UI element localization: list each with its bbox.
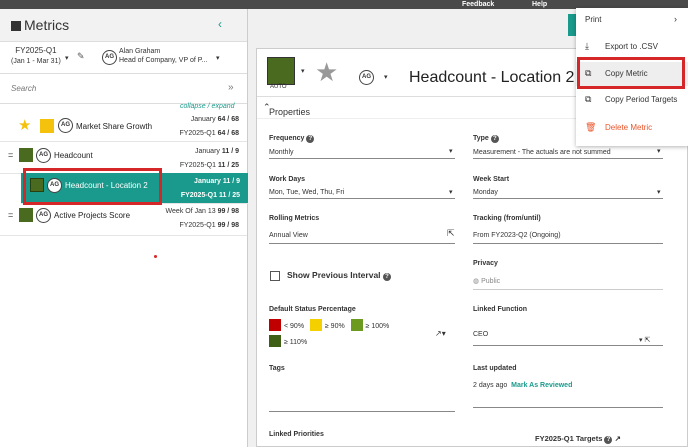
last-updated-field: Last updated 2 days ago Mark As Reviewed	[473, 365, 663, 408]
sidebar-title: Metrics	[11, 17, 69, 33]
status-swatch-darkgreen[interactable]	[269, 335, 281, 347]
chevron-right-icon: ›	[674, 14, 677, 24]
pencil-icon[interactable]: ✎	[77, 51, 85, 62]
avatar[interactable]: AG	[359, 70, 374, 85]
tracking-field[interactable]: Tracking (from/until) From FY2023-Q2 (On…	[473, 215, 663, 244]
frequency-field[interactable]: Frequency ? Monthly ▾	[269, 135, 455, 159]
highlight-box	[23, 168, 162, 205]
external-link-icon[interactable]: ⇱	[447, 228, 455, 239]
metric-values: January 64 / 68 FY2025-Q1 64 / 68	[179, 116, 239, 137]
metric-name[interactable]: Market Share Growth	[76, 122, 152, 131]
chevron-down-icon[interactable]: ▾ ⇱	[639, 336, 650, 344]
help-link[interactable]: Help	[532, 0, 547, 9]
user-selector[interactable]: AG Alan Graham Head of Company, VP of P.…	[102, 47, 207, 65]
status-swatch-yellow[interactable]	[309, 319, 322, 331]
linked-priorities-label: Linked Priorities	[269, 431, 324, 438]
search-row: Search »	[0, 74, 247, 104]
tags-field[interactable]: Tags	[269, 365, 455, 412]
help-icon[interactable]: ?	[490, 135, 499, 143]
status-square	[40, 119, 54, 133]
menu-item-export[interactable]: ⤓ Export to .CSV	[576, 35, 688, 59]
collapse-link[interactable]: collapse	[180, 103, 206, 110]
linked-function-field[interactable]: Linked Function CEO ▾ ⇱	[473, 306, 663, 346]
avatar: AG	[102, 50, 117, 65]
chevron-down-icon[interactable]: ▾	[657, 147, 661, 155]
chevron-down-icon[interactable]: ▾	[216, 54, 220, 62]
collapse-sidebar-icon[interactable]: ‹	[218, 17, 222, 31]
download-icon: ⤓	[585, 41, 589, 51]
menu-item-delete[interactable]: 🗑 Delete Metric	[576, 116, 688, 140]
double-chevron-icon[interactable]: »	[228, 82, 234, 93]
feedback-link[interactable]: Feedback	[462, 0, 494, 9]
trend-icon[interactable]: ↗▾	[435, 329, 446, 338]
avatar: AG	[36, 208, 51, 223]
chevron-down-icon[interactable]: ▾	[301, 67, 305, 75]
period-user-row: FY2025-Q1 (Jan 1 - Mar 31) ▾ ✎ AG Alan G…	[0, 42, 247, 74]
show-previous-checkbox[interactable]	[270, 271, 280, 281]
trash-icon: 🗑	[585, 122, 597, 132]
menu-item-copy-period[interactable]: ⧉ Copy Period Targets	[576, 88, 688, 112]
copy-icon: ⧉	[585, 94, 592, 104]
avatar: AG	[58, 118, 73, 133]
chevron-down-icon[interactable]: ▾	[657, 188, 661, 196]
metric-row[interactable]: ★ AG Market Share Growth January 64 / 68…	[0, 111, 247, 142]
menu-item-print[interactable]: Print ›	[576, 8, 688, 32]
metric-name[interactable]: Active Projects Score	[54, 211, 130, 220]
metric-values: January 11 / 9 FY2025-Q1 11 / 25	[180, 178, 240, 199]
collapse-expand-links: collapse / expand	[180, 103, 235, 110]
star-icon[interactable]: ★	[315, 59, 338, 85]
auto-label: AUTO	[270, 84, 287, 90]
chevron-down-icon[interactable]: ▾	[449, 188, 453, 196]
rolling-metrics-field[interactable]: Rolling Metrics Annual View ⇱	[269, 215, 455, 244]
metric-values: January 11 / 9 FY2025-Q1 11 / 25	[179, 148, 239, 169]
chevron-down-icon[interactable]: ▾	[449, 147, 453, 155]
search-input[interactable]: Search	[11, 84, 36, 93]
status-percentage-field: Default Status Percentage < 90% ≥ 90% ≥ …	[269, 306, 446, 347]
highlight-box	[577, 57, 685, 89]
minus-icon[interactable]: =	[8, 210, 13, 220]
status-square	[19, 148, 33, 162]
targets-label: FY2025-Q1 Targets ? ↗	[535, 434, 621, 444]
work-days-field[interactable]: Work Days Mon, Tue, Wed, Thu, Fri ▾	[269, 176, 455, 199]
period-selector[interactable]: FY2025-Q1 (Jan 1 - Mar 31)	[11, 46, 61, 67]
chevron-down-icon[interactable]: ▾	[384, 73, 388, 81]
status-square[interactable]	[267, 57, 295, 85]
status-swatch-red[interactable]	[269, 319, 281, 331]
avatar: AG	[36, 148, 51, 163]
metric-name[interactable]: Headcount	[54, 151, 93, 160]
chart-icon	[11, 21, 21, 31]
sidebar-header: Metrics ‹	[0, 9, 247, 42]
show-previous-label: Show Previous Interval ?	[287, 270, 391, 281]
metric-values: Week Of Jan 13 99 / 98 FY2025-Q1 99 / 98	[165, 208, 239, 229]
status-square	[19, 208, 33, 222]
trend-icon[interactable]: ↗	[615, 434, 621, 443]
star-icon: ★	[18, 117, 32, 134]
globe-icon: ◍	[473, 278, 480, 285]
status-swatch-green[interactable]	[350, 319, 363, 331]
privacy-field[interactable]: Privacy ◍ Public	[473, 260, 663, 290]
help-icon[interactable]: ?	[604, 436, 613, 444]
mark-reviewed-link[interactable]: Mark As Reviewed	[511, 382, 572, 389]
minus-icon[interactable]: =	[8, 150, 13, 160]
red-dot	[154, 255, 157, 258]
help-icon[interactable]: ?	[306, 135, 315, 143]
week-start-field[interactable]: Week Start Monday ▾	[473, 176, 663, 199]
metric-row[interactable]: = AG Active Projects Score Week Of Jan 1…	[0, 205, 247, 236]
expand-link[interactable]: expand	[212, 103, 235, 110]
chevron-down-icon[interactable]: ▾	[65, 54, 69, 62]
help-icon[interactable]: ?	[382, 273, 391, 281]
